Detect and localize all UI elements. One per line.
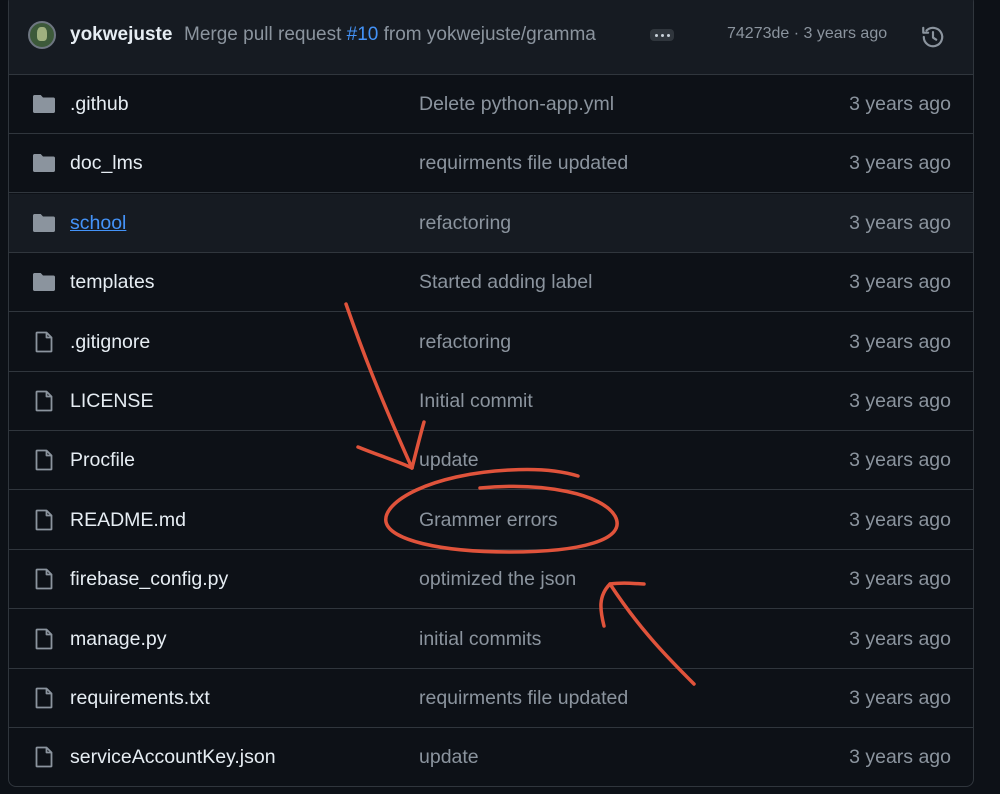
commit-message-link[interactable]: optimized the json bbox=[419, 568, 576, 591]
commit-message-link[interactable]: requirments file updated bbox=[419, 152, 628, 175]
commit-age: 3 years ago bbox=[849, 687, 951, 709]
file-name-link[interactable]: doc_lms bbox=[70, 152, 143, 175]
avatar[interactable] bbox=[28, 21, 56, 49]
file-name-link[interactable]: firebase_config.py bbox=[70, 568, 228, 591]
file-name-link[interactable]: Procfile bbox=[70, 449, 135, 472]
file-icon bbox=[32, 509, 56, 531]
file-name-link[interactable]: LICENSE bbox=[70, 390, 153, 413]
folder-icon bbox=[32, 212, 56, 234]
file-row[interactable]: firebase_config.py optimized the json 3 ye… bbox=[9, 550, 973, 610]
file-icon bbox=[32, 628, 56, 650]
commit-age: 3 years ago bbox=[849, 271, 951, 294]
file-name-link[interactable]: .github bbox=[70, 93, 129, 116]
commit-message-suffix[interactable]: from yokwejuste/gramma bbox=[378, 24, 596, 45]
file-name-link[interactable]: manage.py bbox=[70, 628, 166, 651]
file-row[interactable]: Procfile update 3 years ago bbox=[9, 431, 973, 491]
pull-request-link[interactable]: #10 bbox=[347, 24, 379, 45]
commit-message-link[interactable]: refactoring bbox=[419, 212, 511, 235]
commit-age: 3 years ago bbox=[849, 152, 951, 175]
file-icon bbox=[32, 568, 56, 590]
history-icon[interactable] bbox=[920, 24, 946, 50]
file-row[interactable]: LICENSE Initial commit 3 years ago bbox=[9, 372, 973, 431]
file-name-link[interactable]: serviceAccountKey.json bbox=[70, 746, 276, 769]
commit-author[interactable]: yokwejuste bbox=[70, 24, 172, 46]
file-row[interactable]: .github Delete python-app.yml 3 years ago bbox=[9, 75, 973, 134]
folder-icon bbox=[32, 152, 56, 174]
file-icon bbox=[32, 390, 56, 412]
file-name-link[interactable]: school bbox=[70, 212, 126, 235]
commit-age: 3 years ago bbox=[849, 568, 951, 591]
commit-message-link[interactable]: update bbox=[419, 449, 479, 472]
commit-age: 3 years ago bbox=[849, 390, 951, 412]
file-icon bbox=[32, 331, 56, 353]
file-row[interactable]: .gitignore refactoring 3 years ago bbox=[9, 313, 973, 372]
commit-message-link[interactable]: refactoring bbox=[419, 331, 511, 354]
commit-message-link[interactable]: Grammer errors bbox=[419, 509, 558, 532]
commit-message-link[interactable]: Delete python-app.yml bbox=[419, 93, 614, 116]
file-icon bbox=[32, 449, 56, 471]
commit-age: 3 years ago bbox=[849, 508, 951, 531]
file-row[interactable]: README.md Grammer errors 3 years ago bbox=[9, 491, 973, 550]
commit-age: 3 years ago bbox=[849, 627, 951, 650]
commit-age: 3 years ago bbox=[849, 93, 951, 115]
commit-message-link[interactable]: Started adding label bbox=[419, 271, 592, 294]
ellipsis-icon[interactable] bbox=[650, 29, 674, 41]
file-name-link[interactable]: templates bbox=[70, 271, 155, 294]
folder-icon bbox=[32, 93, 56, 115]
file-name-link[interactable]: .gitignore bbox=[70, 331, 150, 354]
latest-commit-bar: yokwejuste Merge pull request #10 from y… bbox=[9, 0, 973, 75]
file-row[interactable]: doc_lms requirments file updated 3 years a… bbox=[9, 134, 973, 194]
file-icon bbox=[32, 746, 56, 768]
file-row[interactable]: school refactoring 3 years ago bbox=[9, 193, 973, 253]
commit-message-prefix[interactable]: Merge pull request bbox=[184, 24, 347, 45]
file-row[interactable]: manage.py initial commits 3 years ago bbox=[9, 610, 973, 669]
commit-sha-time[interactable]: 74273de · 3 years ago bbox=[727, 25, 887, 43]
commit-message-link[interactable]: Initial commit bbox=[419, 390, 533, 413]
file-name-link[interactable]: README.md bbox=[70, 509, 186, 532]
commit-age: 3 years ago bbox=[849, 211, 951, 234]
folder-icon bbox=[32, 271, 56, 293]
file-row[interactable]: requirements.txt requirments file updated… bbox=[9, 669, 973, 728]
file-row[interactable]: templates Started adding label 3 years ago bbox=[9, 253, 973, 313]
commit-message[interactable]: Merge pull request #10 from yokwejuste/g… bbox=[184, 24, 596, 46]
commit-age: 3 years ago bbox=[849, 746, 951, 769]
commit-message-link[interactable]: update bbox=[419, 746, 479, 769]
file-icon bbox=[32, 687, 56, 709]
commit-message-link[interactable]: requirments file updated bbox=[419, 687, 628, 710]
file-name-link[interactable]: requirements.txt bbox=[70, 687, 210, 710]
commit-message-link[interactable]: initial commits bbox=[419, 628, 541, 651]
file-browser: yokwejuste Merge pull request #10 from y… bbox=[8, 0, 974, 787]
commit-age: 3 years ago bbox=[849, 330, 951, 353]
commit-age: 3 years ago bbox=[849, 449, 951, 472]
file-row[interactable]: serviceAccountKey.json update 3 years ago bbox=[9, 728, 973, 786]
